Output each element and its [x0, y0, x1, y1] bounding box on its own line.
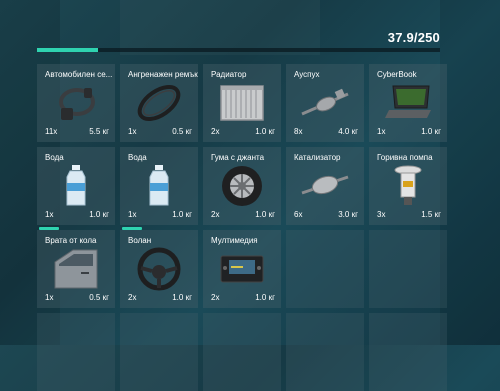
inventory-slot-catalytic-converter[interactable]: Катализатор 6x 3.0 кг — [286, 147, 364, 225]
item-name: Вода — [128, 153, 147, 162]
item-name: Мултимедия — [211, 236, 258, 245]
inventory-slot-steering-wheel[interactable]: Волан 2x 1.0 кг — [120, 230, 198, 308]
inventory-slot-fuel-pump[interactable]: Горивна помпа 3x 1.5 кг — [369, 147, 447, 225]
item-weight: 3.0 кг — [338, 210, 358, 219]
weight-progress-fill — [37, 48, 99, 52]
item-quantity: 8x — [294, 127, 303, 136]
tire-icon — [222, 166, 262, 206]
item-name: Врата от кола — [45, 236, 97, 245]
multimedia-icon — [220, 255, 264, 283]
car-door-icon — [54, 249, 98, 289]
item-quantity: 2x — [211, 210, 220, 219]
water-bottle-icon — [66, 165, 86, 206]
item-quantity: 1x — [45, 210, 54, 219]
background-panel-top — [120, 0, 320, 55]
item-weight: 0.5 кг — [172, 127, 192, 136]
inventory-slot-empty[interactable] — [37, 313, 115, 391]
inventory-slot-multimedia[interactable]: Мултимедия 2x 1.0 кг — [203, 230, 281, 308]
radiator-icon — [220, 85, 264, 121]
item-weight: 1.0 кг — [89, 210, 109, 219]
inventory-slot-exhaust[interactable]: Ауспух 8x 4.0 кг — [286, 64, 364, 142]
inventory-slot-empty[interactable] — [369, 230, 447, 308]
item-quantity: 1x — [128, 127, 137, 136]
item-name: Горивна помпа — [377, 153, 433, 162]
item-quantity: 6x — [294, 210, 303, 219]
item-weight: 1.0 кг — [172, 210, 192, 219]
item-quantity: 1x — [45, 293, 54, 302]
item-name: CyberBook — [377, 70, 417, 79]
timing-belt-icon — [137, 85, 181, 121]
inventory-slot-empty[interactable] — [203, 313, 281, 391]
inventory-slot-car-door[interactable]: Врата от кола 1x 0.5 кг — [37, 230, 115, 308]
inventory-slot-empty[interactable] — [286, 230, 364, 308]
item-name: Волан — [128, 236, 152, 245]
inventory-slot-car-seat[interactable]: Автомобилен се... 11x 5.5 кг — [37, 64, 115, 142]
background-panel-right — [440, 0, 500, 345]
water-bottle-icon — [149, 165, 169, 206]
weight-readout: 37.9/250 — [387, 30, 440, 45]
item-name: Автомобилен се... — [45, 70, 113, 79]
item-name: Ангренажен ремък — [128, 70, 198, 79]
inventory-slot-radiator[interactable]: Радиатор 2x 1.0 кг — [203, 64, 281, 142]
item-name: Радиатор — [211, 70, 247, 79]
inventory-slot-empty[interactable] — [369, 313, 447, 391]
item-weight: 1.0 кг — [255, 127, 275, 136]
item-weight: 4.0 кг — [338, 127, 358, 136]
exhaust-icon — [301, 88, 349, 116]
item-weight: 1.5 кг — [421, 210, 441, 219]
car-seat-icon — [59, 88, 95, 120]
weight-progress-bar — [37, 48, 440, 52]
item-quantity: 1x — [128, 210, 137, 219]
item-name: Катализатор — [294, 153, 341, 162]
inventory-slot-empty[interactable] — [120, 313, 198, 391]
inventory-slot-timing-belt[interactable]: Ангренажен ремък 1x 0.5 кг — [120, 64, 198, 142]
fuel-pump-icon — [394, 165, 422, 205]
item-weight: 0.5 кг — [89, 293, 109, 302]
item-quantity: 1x — [377, 127, 386, 136]
item-quantity: 11x — [45, 127, 58, 136]
inventory-slot-tire[interactable]: Гума с джанта 2x 1.0 кг — [203, 147, 281, 225]
item-weight: 5.5 кг — [89, 127, 109, 136]
item-quantity: 3x — [377, 210, 386, 219]
item-quantity: 2x — [211, 127, 220, 136]
inventory-slot-empty[interactable] — [286, 313, 364, 391]
inventory-slot-water-2[interactable]: Вода 1x 1.0 кг — [120, 147, 198, 230]
item-weight: 1.0 кг — [421, 127, 441, 136]
item-name: Гума с джанта — [211, 153, 265, 162]
item-name: Вода — [45, 153, 64, 162]
item-weight: 1.0 кг — [172, 293, 192, 302]
steering-wheel-icon — [137, 247, 181, 291]
laptop-icon — [385, 85, 431, 118]
item-name: Ауспух — [294, 70, 320, 79]
catalytic-converter-icon — [301, 175, 349, 195]
item-quantity: 2x — [128, 293, 137, 302]
inventory-slot-water-1[interactable]: Вода 1x 1.0 кг — [37, 147, 115, 230]
item-weight: 1.0 кг — [255, 293, 275, 302]
item-weight: 1.0 кг — [255, 210, 275, 219]
item-quantity: 2x — [211, 293, 220, 302]
inventory-slot-laptop[interactable]: CyberBook 1x 1.0 кг — [369, 64, 447, 142]
